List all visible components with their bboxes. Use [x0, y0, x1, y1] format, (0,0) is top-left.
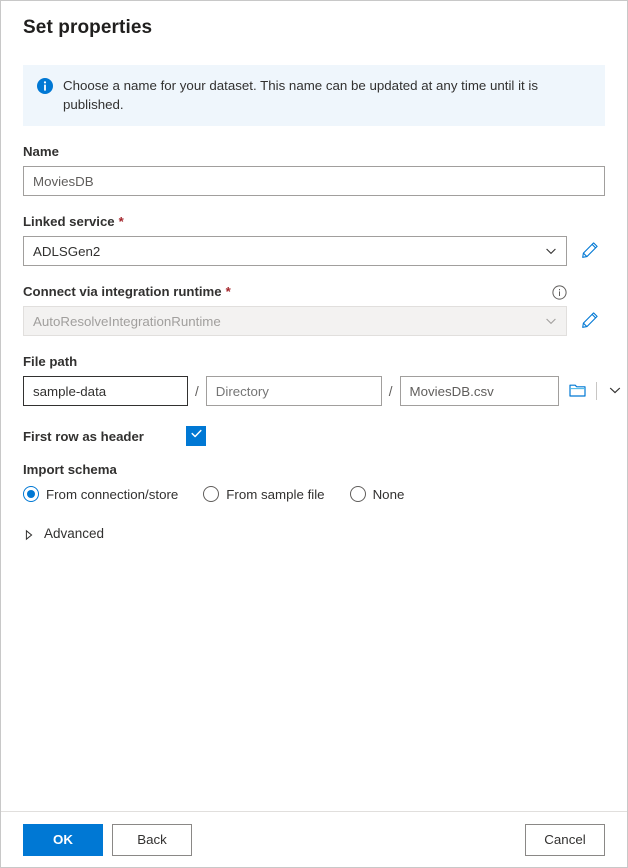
browse-folder-button[interactable] [568, 381, 588, 401]
radio-from-sample-file[interactable]: From sample file [203, 486, 324, 502]
path-separator: / [188, 384, 206, 399]
radio-indicator [203, 486, 219, 502]
advanced-expander[interactable]: Advanced [23, 526, 104, 541]
first-row-as-header-row: First row as header [23, 426, 605, 446]
path-separator: / [382, 384, 400, 399]
info-banner-text: Choose a name for your dataset. This nam… [63, 76, 593, 114]
pencil-icon [581, 311, 599, 332]
file-path-actions [568, 381, 625, 401]
linked-service-label: Linked service * [23, 213, 605, 231]
advanced-label: Advanced [44, 526, 104, 541]
integration-runtime-row: AutoResolveIntegrationRuntime [23, 306, 605, 336]
dialog-body: Set properties Choose a name for your da… [1, 1, 627, 811]
linked-service-label-text: Linked service [23, 213, 115, 231]
page-title: Set properties [23, 15, 605, 41]
integration-runtime-label-text: Connect via integration runtime [23, 283, 222, 301]
radio-none[interactable]: None [350, 486, 405, 502]
integration-runtime-combo-wrap: AutoResolveIntegrationRuntime [23, 306, 567, 336]
linked-service-row: ADLSGen2 [23, 236, 605, 266]
back-button[interactable]: Back [112, 824, 192, 856]
divider [596, 382, 597, 400]
radio-from-connection-store[interactable]: From connection/store [23, 486, 178, 502]
integration-runtime-edit-button[interactable] [575, 306, 605, 336]
file-path-file-input[interactable] [400, 376, 559, 406]
linked-service-value: ADLSGen2 [33, 244, 100, 259]
info-banner: Choose a name for your dataset. This nam… [23, 65, 605, 126]
integration-runtime-label: Connect via integration runtime * [23, 283, 605, 301]
linked-service-edit-button[interactable] [575, 236, 605, 266]
first-row-as-header-label: First row as header [23, 429, 186, 444]
file-path-row: / / [23, 376, 605, 406]
set-properties-dialog: Set properties Choose a name for your da… [0, 0, 628, 868]
info-circle-filled-icon [37, 78, 53, 94]
checkmark-icon [190, 427, 203, 445]
file-path-label-text: File path [23, 353, 77, 371]
integration-runtime-dropdown[interactable]: AutoResolveIntegrationRuntime [23, 306, 567, 336]
required-asterisk: * [119, 213, 124, 231]
chevron-down-icon [608, 383, 622, 400]
first-row-as-header-checkbox[interactable] [186, 426, 206, 446]
import-schema-radio-group: From connection/store From sample file N… [23, 486, 605, 502]
name-input[interactable] [23, 166, 605, 196]
field-import-schema: Import schema From connection/store From… [23, 461, 605, 502]
radio-label: From sample file [226, 487, 324, 502]
radio-label: From connection/store [46, 487, 178, 502]
linked-service-combo-wrap: ADLSGen2 [23, 236, 567, 266]
field-integration-runtime: Connect via integration runtime * AutoRe… [23, 283, 605, 336]
required-asterisk: * [226, 283, 231, 301]
linked-service-dropdown[interactable]: ADLSGen2 [23, 236, 567, 266]
field-linked-service: Linked service * ADLSGen2 [23, 213, 605, 266]
pencil-icon [581, 241, 599, 262]
field-file-path: File path / / [23, 353, 605, 406]
import-schema-label: Import schema [23, 461, 605, 479]
file-path-container-input[interactable] [23, 376, 188, 406]
name-label-text: Name [23, 143, 59, 161]
integration-runtime-value: AutoResolveIntegrationRuntime [33, 314, 221, 329]
file-path-directory-input[interactable] [206, 376, 382, 406]
field-name: Name [23, 143, 605, 196]
radio-indicator [350, 486, 366, 502]
import-schema-label-text: Import schema [23, 461, 117, 479]
ok-button[interactable]: OK [23, 824, 103, 856]
dialog-footer: OK Back Cancel [1, 811, 627, 867]
radio-indicator [23, 486, 39, 502]
radio-label: None [373, 487, 405, 502]
info-circle-outline-icon[interactable] [552, 285, 567, 300]
name-label: Name [23, 143, 605, 161]
file-path-label: File path [23, 353, 605, 371]
file-path-more-button[interactable] [605, 381, 625, 401]
cancel-button[interactable]: Cancel [525, 824, 605, 856]
folder-icon [569, 382, 587, 401]
chevron-down-icon [545, 315, 557, 327]
chevron-down-icon [545, 245, 557, 257]
triangle-right-icon [23, 528, 35, 540]
